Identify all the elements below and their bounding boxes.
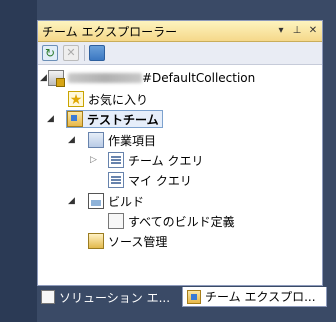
toolbar: ✕ [38,42,322,65]
build-definition-icon [108,213,124,229]
tab-label: チーム エクスプロ... [205,290,316,304]
tree-item-my-query[interactable]: マイ クエリ [108,171,192,189]
ide-background [0,0,37,322]
tree-item-all-build-definitions[interactable]: すべてのビルド定義 [108,212,235,230]
query-folder-icon [108,152,124,168]
work-items-label: 作業項目 [108,133,157,148]
tree-item-work-items[interactable]: ◢ 作業項目 [68,131,157,149]
favorites-label: お気に入り [88,92,149,107]
stop-icon[interactable]: ✕ [63,45,79,61]
collection-name: #DefaultCollection [142,71,256,85]
tree-item-source-control[interactable]: ソース管理 [88,232,167,250]
tab-label: ソリューション エ... [59,290,171,305]
work-items-icon [88,132,104,148]
close-icon[interactable]: ✕ [306,24,320,38]
team-query-label: チーム クエリ [128,153,204,168]
collapse-icon[interactable]: ◢ [68,135,75,145]
tab-team-explorer[interactable]: チーム エクスプロ... [182,287,327,307]
panel-titlebar[interactable]: チーム エクスプローラー ▾ ⊥ ✕ [38,21,322,42]
tab-solution-explorer[interactable]: ソリューション エ... [37,287,182,307]
pin-icon[interactable]: ⊥ [290,24,304,38]
query-folder-icon [108,172,124,188]
source-control-label: ソース管理 [108,234,168,249]
redacted-server-name [68,73,142,83]
build-icon [88,193,104,209]
all-build-definitions-label: すべてのビルド定義 [128,214,235,229]
team-project-label: テストチーム [87,112,159,127]
add-server-icon[interactable] [89,45,105,61]
panel-title: チーム エクスプローラー [42,24,178,39]
expand-icon[interactable]: ▷ [90,155,97,165]
collapse-icon[interactable]: ◢ [47,114,54,124]
builds-label: ビルド [108,194,145,209]
tree-item-collection[interactable]: ◢ #DefaultCollection [40,69,256,87]
star-icon: ★ [68,91,84,108]
collapse-icon[interactable]: ◢ [40,73,47,83]
solution-explorer-icon [41,290,55,304]
tree-item-favorites[interactable]: ★ お気に入り [68,90,148,108]
tool-window-tabs: ソリューション エ... チーム エクスプロ... [37,287,327,309]
my-query-label: マイ クエリ [128,173,192,188]
refresh-icon[interactable] [42,45,58,61]
toolbar-separator [84,45,85,61]
source-control-icon [88,233,104,249]
dropdown-icon[interactable]: ▾ [274,24,288,38]
team-explorer-icon [187,289,201,304]
team-explorer-panel: チーム エクスプローラー ▾ ⊥ ✕ ✕ ◢ #DefaultCollectio… [37,20,323,286]
team-project-icon [67,111,83,127]
server-icon [48,70,65,87]
tree-item-builds[interactable]: ◢ ビルド [68,192,145,210]
tree-item-team-query[interactable]: ▷ チーム クエリ [90,151,204,169]
collapse-icon[interactable]: ◢ [68,196,75,206]
tree-item-team-project[interactable]: ◢ テストチーム [47,110,163,128]
